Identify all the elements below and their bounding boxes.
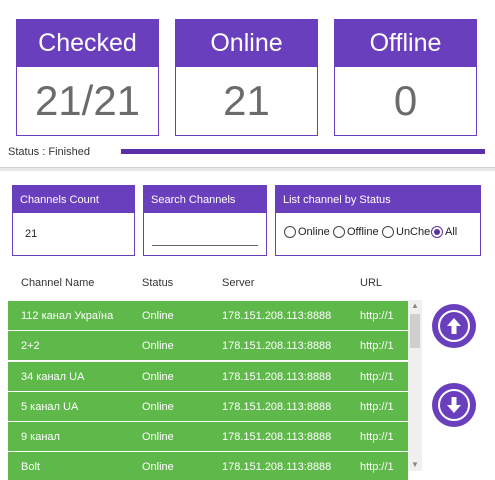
- cell-channel-name: 2+2: [21, 340, 40, 353]
- cell-server: 178.151.208.113:8888: [222, 310, 332, 322]
- header-channel-name[interactable]: Channel Name: [21, 277, 94, 289]
- radio-label-all: All: [445, 226, 458, 238]
- search-box: Search Channels: [143, 185, 267, 256]
- header-url[interactable]: URL: [360, 277, 382, 289]
- search-underline: [152, 245, 258, 246]
- cell-channel-name: 9 канал: [21, 431, 60, 444]
- radio-unchecked[interactable]: UnChe: [382, 226, 430, 238]
- channels-table: Channel Name Status Server URL 112 канал…: [8, 264, 408, 480]
- header-server[interactable]: Server: [222, 277, 254, 289]
- cell-server: 178.151.208.113:8888: [222, 370, 332, 383]
- offline-label: Offline: [335, 20, 476, 67]
- radio-label-unchecked: UnChe: [396, 226, 430, 238]
- table-row[interactable]: 9 канал Online 178.151.208.113:8888 http…: [8, 422, 408, 452]
- scroll-down-arrow-icon[interactable]: ▼: [408, 459, 422, 471]
- status-filter-radios: Online Offline UnChe All: [284, 226, 458, 238]
- cell-url: http://1: [360, 370, 394, 383]
- status-filter-box: List channel by Status Online Offline Un…: [275, 185, 481, 256]
- radio-circle-unchecked: [382, 226, 394, 238]
- cell-url: http://1: [360, 400, 394, 413]
- cell-status: Online: [142, 310, 174, 322]
- table-row[interactable]: 112 канал Україна Online 178.151.208.113…: [8, 301, 408, 330]
- table-row[interactable]: 34 канал UA Online 178.151.208.113:8888 …: [8, 361, 408, 391]
- scroll-up-arrow-icon[interactable]: ▲: [408, 300, 422, 312]
- table-row[interactable]: 2+2 Online 178.151.208.113:8888 http://1: [8, 331, 408, 361]
- online-label: Online: [176, 20, 317, 67]
- cell-channel-name: 112 канал Україна: [21, 310, 114, 322]
- cell-server: 178.151.208.113:8888: [222, 340, 332, 353]
- scroll-thumb[interactable]: [410, 314, 420, 348]
- checked-label: Checked: [17, 20, 158, 67]
- table-row[interactable]: Bolt Online 178.151.208.113:8888 http://…: [8, 452, 408, 480]
- offline-card: Offline 0: [334, 19, 477, 136]
- search-input[interactable]: [144, 213, 266, 255]
- arrow-down-circle-icon: [438, 389, 470, 421]
- checked-card: Checked 21/21: [16, 19, 159, 136]
- cell-url: http://1: [360, 461, 394, 474]
- cell-status: Online: [142, 340, 174, 353]
- radio-offline[interactable]: Offline: [333, 226, 381, 238]
- cell-channel-name: Bolt: [21, 461, 40, 474]
- header-status[interactable]: Status: [142, 277, 173, 289]
- table-scrollbar[interactable]: ▲ ▼: [408, 300, 422, 471]
- channels-count-box: Channels Count 21: [12, 185, 135, 256]
- status-text: Status : Finished: [8, 146, 90, 158]
- radio-label-online: Online: [298, 226, 330, 238]
- channels-count-label: Channels Count: [13, 186, 134, 213]
- cell-status: Online: [142, 431, 174, 444]
- checked-value: 21/21: [34, 77, 141, 124]
- progress-bar: [121, 149, 485, 154]
- cell-status: Online: [142, 461, 174, 474]
- radio-circle-online: [284, 226, 296, 238]
- cell-status: Online: [142, 370, 174, 383]
- summary-panel: Checked 21/21 Online 21 Offline 0 Status…: [0, 0, 495, 168]
- table-header: Channel Name Status Server URL: [8, 264, 408, 301]
- cell-server: 178.151.208.113:8888: [222, 400, 332, 413]
- cell-channel-name: 5 канал UA: [21, 400, 79, 413]
- channels-count-value: 21: [25, 228, 38, 240]
- scroll-up-button[interactable]: [432, 304, 476, 348]
- cell-status: Online: [142, 400, 174, 413]
- cell-channel-name: 34 канал UA: [21, 370, 85, 383]
- radio-circle-all: [431, 226, 443, 238]
- status-filter-label: List channel by Status: [276, 186, 480, 213]
- online-value: 21: [223, 77, 270, 124]
- progress-fill: [121, 149, 485, 154]
- cell-url: http://1: [360, 431, 394, 444]
- table-row[interactable]: 5 канал UA Online 178.151.208.113:8888 h…: [8, 391, 408, 421]
- cell-url: http://1: [360, 310, 394, 322]
- radio-online[interactable]: Online: [284, 226, 332, 238]
- cell-url: http://1: [360, 340, 394, 353]
- radio-label-offline: Offline: [347, 226, 379, 238]
- cell-server: 178.151.208.113:8888: [222, 461, 332, 474]
- radio-circle-offline: [333, 226, 345, 238]
- scroll-down-button[interactable]: [432, 383, 476, 427]
- arrow-up-circle-icon: [438, 310, 470, 342]
- online-card: Online 21: [175, 19, 318, 136]
- cell-server: 178.151.208.113:8888: [222, 431, 332, 444]
- radio-all[interactable]: All: [431, 226, 457, 238]
- search-label: Search Channels: [144, 186, 266, 213]
- offline-value: 0: [393, 77, 418, 124]
